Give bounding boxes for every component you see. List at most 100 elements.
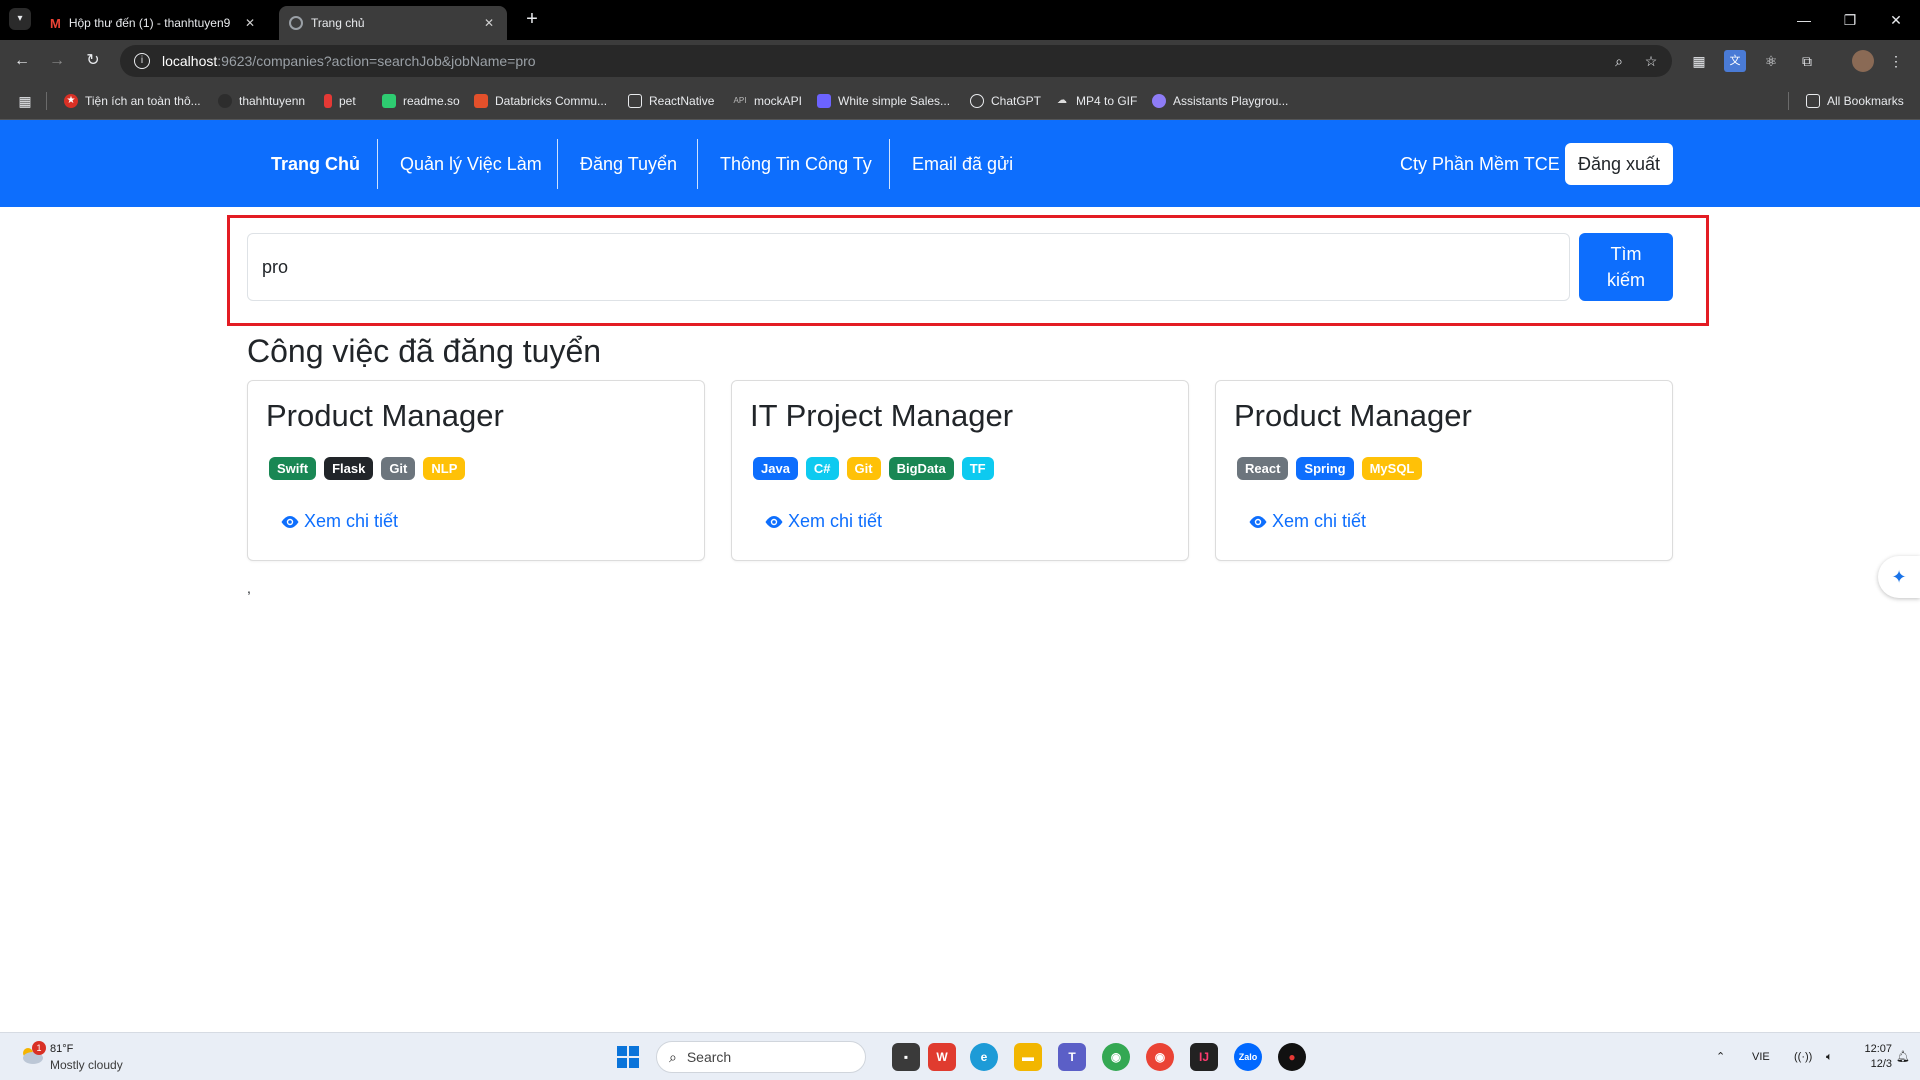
skill-tags: Java C# Git BigData TF <box>753 457 994 480</box>
qr-code-icon[interactable]: ▦ <box>1688 50 1710 72</box>
bookmark-separator <box>46 92 47 110</box>
bookmark-label: All Bookmarks <box>1827 94 1904 108</box>
weather-description[interactable]: Mostly cloudy <box>50 1058 123 1072</box>
notification-bell-icon[interactable]: 🔔︎ <box>1896 1033 1910 1080</box>
canva-icon <box>817 94 831 108</box>
skill-badge: BigData <box>888 457 954 480</box>
eye-icon <box>765 515 783 528</box>
nav-home-link[interactable]: Trang Chủ <box>271 144 360 184</box>
tab-search-button[interactable]: ▾ <box>9 8 31 30</box>
bookmark-separator <box>1788 92 1789 110</box>
github-icon <box>218 94 232 108</box>
view-details-link[interactable]: Xem chi tiết <box>280 511 398 532</box>
react-devtools-icon[interactable]: ⚛ <box>1760 50 1782 72</box>
forward-arrow-icon[interactable]: → <box>45 49 69 73</box>
view-details-link[interactable]: Xem chi tiết <box>1248 511 1366 532</box>
job-title: Product Manager <box>1234 398 1472 433</box>
bookmark-item[interactable]: pet <box>324 91 356 111</box>
wps-office-icon[interactable]: W <box>928 1043 956 1071</box>
nav-divider <box>377 139 378 189</box>
nav-sent-email-link[interactable]: Email đã gửi <box>912 144 1013 184</box>
site-info-icon[interactable]: i <box>134 53 150 69</box>
stray-text: , <box>247 580 251 596</box>
profile-avatar[interactable] <box>1852 50 1874 72</box>
chevron-up-icon[interactable]: ⌃ <box>1716 1033 1725 1080</box>
bookmark-item[interactable]: White simple Sales... <box>817 91 950 111</box>
system-clock[interactable]: 12:07 12/3 <box>1848 1042 1892 1072</box>
assistant-sparkle-icon[interactable]: ✦ <box>1878 556 1920 598</box>
folder-icon <box>628 94 642 108</box>
view-details-label: Xem chi tiết <box>1272 511 1367 531</box>
bookmark-label: Databricks Commu... <box>495 94 608 108</box>
bookmark-item[interactable]: API mockAPI <box>733 91 802 111</box>
apps-grid-icon[interactable]: ▦ <box>16 92 34 110</box>
taskbar-search-label: Search <box>686 1049 732 1065</box>
zalo-icon[interactable]: Zalo <box>1234 1043 1262 1071</box>
edge-browser-icon[interactable]: e <box>970 1043 998 1071</box>
teams-icon[interactable]: T <box>1058 1043 1086 1071</box>
wifi-icon[interactable]: ((·)) <box>1794 1033 1812 1080</box>
back-arrow-icon[interactable]: ← <box>10 49 34 73</box>
nav-company-info-link[interactable]: Thông Tin Công Ty <box>720 144 872 184</box>
all-bookmarks[interactable]: All Bookmarks <box>1806 91 1904 111</box>
job-search-input[interactable] <box>247 233 1570 301</box>
skill-badge: NLP <box>423 457 466 480</box>
url-host: localhost <box>162 53 218 69</box>
volume-icon[interactable]: 🔈︎ <box>1826 1033 1833 1080</box>
tab-trang-chu[interactable]: Trang chủ ✕ <box>279 6 507 40</box>
bookmark-item[interactable]: readme.so <box>382 91 460 111</box>
openai-playground-icon <box>1152 94 1166 108</box>
tab-gmail[interactable]: M Hộp thư đến (1) - thanhtuyen9 ✕ <box>40 6 268 40</box>
close-icon[interactable]: ✕ <box>481 16 497 30</box>
bookmark-label: thahhtuyenn <box>239 94 306 108</box>
bookmark-star-icon[interactable]: ☆ <box>1640 45 1662 77</box>
bookmark-item[interactable]: ChatGPT <box>970 91 1041 111</box>
chrome-profile-icon[interactable]: ◉ <box>1146 1043 1174 1071</box>
address-bar[interactable]: i localhost:9623/companies?action=search… <box>120 45 1672 77</box>
file-explorer-icon[interactable]: ▬ <box>1014 1043 1042 1071</box>
skill-badge: MySQL <box>1361 457 1423 480</box>
api-icon: API <box>733 96 747 105</box>
extensions-puzzle-icon[interactable]: ⧉ <box>1796 50 1818 72</box>
record-icon[interactable]: ● <box>1278 1043 1306 1071</box>
chatgpt-icon <box>970 94 984 108</box>
translate-icon[interactable]: 文 <box>1724 50 1746 72</box>
view-details-label: Xem chi tiết <box>304 511 399 531</box>
windows-start-icon[interactable] <box>616 1045 640 1069</box>
bookmark-folder[interactable]: ReactNative <box>628 91 714 111</box>
skill-tags: React Spring MySQL <box>1237 457 1423 480</box>
search-icon: ⌕ <box>669 1048 677 1065</box>
zoom-icon[interactable]: ⌕ <box>1608 45 1630 77</box>
bookmark-item[interactable]: ★ Tiện ích an toàn thô... <box>64 91 201 111</box>
chrome-icon[interactable]: ◉ <box>1102 1043 1130 1071</box>
url-path: :9623/companies?action=searchJob&jobName… <box>217 53 536 69</box>
minimize-icon[interactable]: — <box>1792 8 1816 32</box>
skill-badge: C# <box>805 457 839 480</box>
menu-dots-icon[interactable]: ⋮ <box>1885 50 1907 72</box>
bookmark-item[interactable]: ☁ MP4 to GIF <box>1055 91 1137 111</box>
reload-icon[interactable]: ↻ <box>81 49 105 73</box>
search-button[interactable]: Tìm kiếm <box>1579 233 1673 301</box>
jetbrains-icon[interactable]: IJ <box>1190 1043 1218 1071</box>
nav-manage-jobs-link[interactable]: Quản lý Việc Làm <box>400 144 542 184</box>
close-icon[interactable]: ✕ <box>242 16 258 30</box>
bookmark-item[interactable]: Assistants Playgrou... <box>1152 91 1288 111</box>
taskbar-search-box[interactable]: ⌕ Search <box>656 1041 866 1073</box>
nav-post-job-link[interactable]: Đăng Tuyển <box>580 144 677 184</box>
page-title: Công việc đã đăng tuyển <box>247 333 602 369</box>
new-tab-button[interactable]: + <box>520 8 544 32</box>
skill-badge: Git <box>846 457 881 480</box>
weather-notification-badge: 1 <box>32 1041 46 1055</box>
logout-button[interactable]: Đăng xuất <box>1565 143 1673 185</box>
bookmark-item[interactable]: Databricks Commu... <box>474 91 607 111</box>
bookmark-item[interactable]: thahhtuyenn <box>218 91 305 111</box>
cloud-icon: ☁ <box>1057 95 1067 106</box>
file-viewer-app-icon[interactable]: ▪ <box>892 1043 920 1071</box>
view-details-label: Xem chi tiết <box>788 511 883 531</box>
view-details-link[interactable]: Xem chi tiết <box>764 511 882 532</box>
clock-time: 12:07 <box>1864 1043 1892 1055</box>
restore-icon[interactable]: ❐ <box>1838 8 1862 32</box>
window-close-icon[interactable]: ✕ <box>1884 8 1908 32</box>
weather-temperature[interactable]: 81°F <box>50 1043 73 1055</box>
input-language[interactable]: VIE <box>1752 1033 1770 1080</box>
